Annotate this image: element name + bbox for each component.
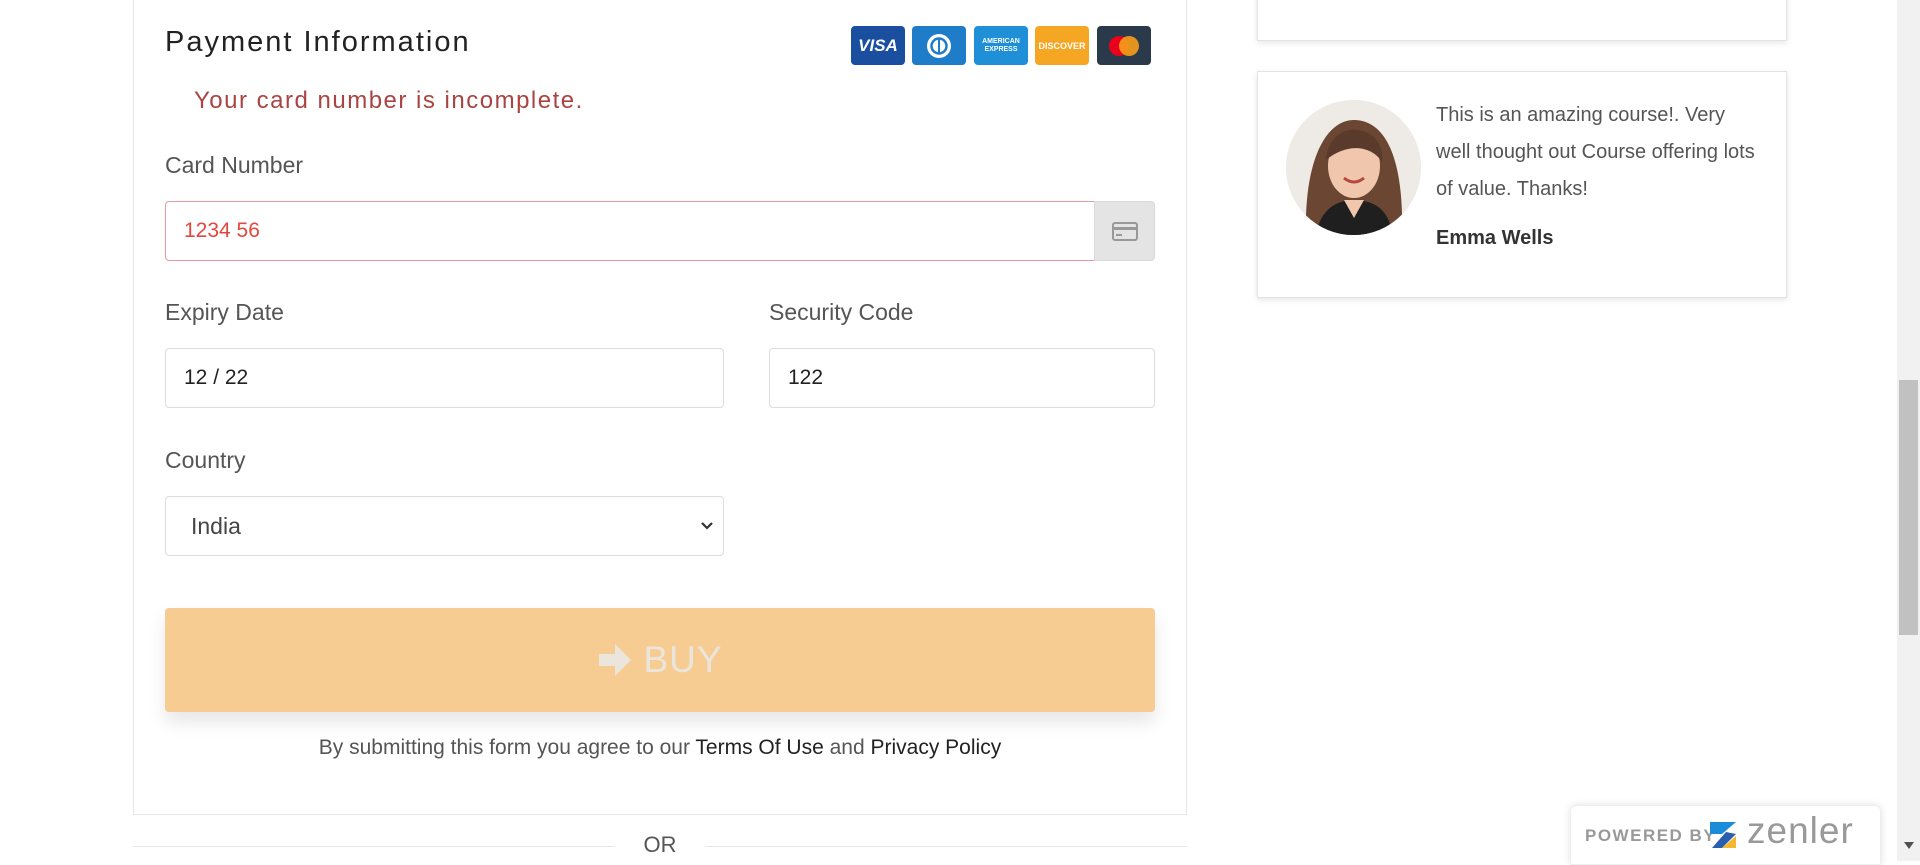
visa-logo: VISA — [851, 26, 905, 65]
powered-by-text: POWERED BY — [1585, 826, 1717, 845]
amex-logo: AMERICAN EXPRESS — [974, 26, 1028, 65]
divider-left — [133, 846, 615, 847]
country-select[interactable]: India — [165, 496, 724, 556]
country-label: Country — [165, 447, 246, 473]
divider-right — [705, 846, 1187, 847]
card-error-message: Your card number is incomplete. — [194, 87, 584, 114]
zenler-logo-icon — [1708, 820, 1738, 855]
security-code-input[interactable]: 122 — [769, 348, 1155, 408]
card-number-label: Card Number — [165, 152, 304, 178]
card-number-input[interactable]: 1234 56 — [165, 201, 1095, 261]
expiry-date-input[interactable]: 12 / 22 — [165, 348, 724, 408]
credit-card-icon — [1094, 201, 1155, 261]
testimonial-quote: This is an amazing course!. Very well th… — [1436, 104, 1755, 200]
or-divider: OR — [643, 832, 677, 857]
sidebar-card — [1257, 0, 1787, 41]
testimonial-author: Emma Wells — [1436, 227, 1554, 249]
security-code-label: Security Code — [769, 299, 914, 325]
terms-prefix: By submitting this form you agree to our — [318, 736, 696, 759]
country-selected-value: India — [191, 512, 241, 539]
avatar — [1286, 100, 1421, 235]
terms-of-use-link[interactable]: Terms Of Use — [695, 736, 823, 759]
discover-logo: DISCOVER — [1035, 26, 1089, 65]
chevron-down-icon — [701, 522, 713, 530]
buy-button[interactable]: BUY — [165, 608, 1155, 712]
buy-button-label: BUY — [643, 639, 723, 680]
zenler-brand: zenler — [1747, 810, 1854, 851]
expiry-date-label: Expiry Date — [165, 299, 284, 325]
terms-text: By submitting this form you agree to our… — [133, 736, 1187, 760]
diners-club-logo — [912, 26, 966, 65]
arrow-right-icon — [599, 644, 632, 676]
scrollbar-thumb[interactable] — [1899, 380, 1918, 635]
payment-title: Payment Information — [165, 26, 471, 58]
terms-and: and — [823, 736, 871, 759]
privacy-policy-link[interactable]: Privacy Policy — [871, 736, 1002, 759]
mastercard-logo — [1097, 26, 1151, 65]
scroll-down-arrow-icon[interactable] — [1900, 838, 1917, 854]
